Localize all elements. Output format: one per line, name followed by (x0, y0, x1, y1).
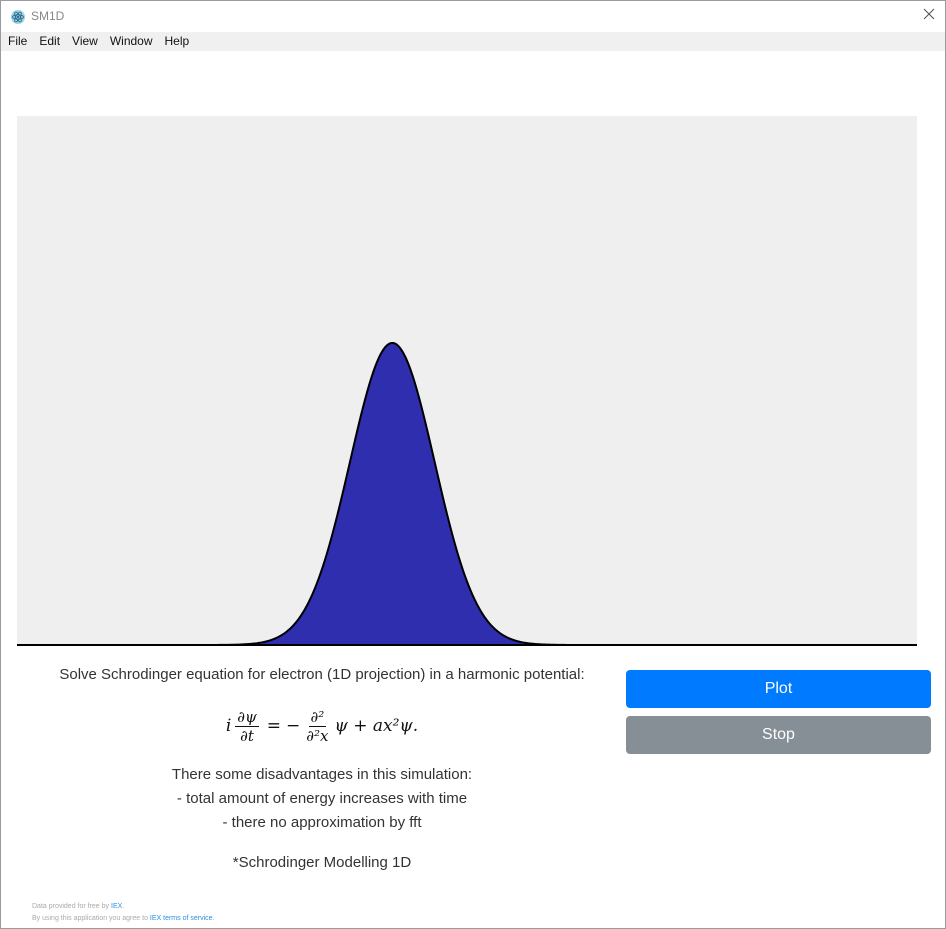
description-panel: Solve Schrodinger equation for electron … (19, 665, 625, 875)
description-line: - total amount of energy increases with … (176, 790, 468, 807)
equation-minus: − (286, 716, 301, 736)
data-attribution: Data provided for free by IEX. By using … (32, 901, 215, 925)
equation-rhs-tail: ψ + ax²ψ. (334, 716, 419, 736)
window-title: SM1D (31, 9, 65, 23)
title-bar[interactable]: SM1D (1, 1, 945, 32)
app-window: SM1D File Edit View Window Help Solve Sc… (0, 0, 946, 929)
menu-edit[interactable]: Edit (33, 32, 66, 51)
close-icon (923, 7, 935, 25)
equation-rhs-denominator: ∂²x (306, 726, 329, 745)
iex-link[interactable]: IEX (111, 903, 122, 910)
equation-lhs-fraction: ∂ψ ∂t (234, 708, 260, 745)
footnote: *Schrodinger Modelling 1D (232, 854, 412, 871)
wavefunction-density-curve (17, 341, 917, 646)
attribution-line-1: Data provided for free by IEX. (32, 901, 215, 913)
close-button[interactable] (913, 1, 945, 31)
iex-terms-link[interactable]: IEX terms of service (150, 915, 213, 922)
attribution-line-2: By using this application you agree to I… (32, 913, 215, 925)
attribution-text: . (212, 915, 215, 922)
equation-lhs-prefix: i (225, 716, 232, 736)
equation-rhs-fraction: ∂² ∂²x (303, 708, 331, 745)
stop-button[interactable]: Stop (626, 716, 931, 754)
schrodinger-equation: i ∂ψ ∂t = − ∂² ∂²x ψ + ax²ψ. (19, 703, 625, 749)
equation-lhs-denominator: ∂t (240, 726, 254, 745)
description-intro: Solve Schrodinger equation for electron … (59, 666, 585, 683)
menu-file[interactable]: File (1, 32, 33, 51)
disadvantages-list: There some disadvantages in this simulat… (19, 763, 625, 875)
menu-view[interactable]: View (66, 32, 104, 51)
equation-rhs-numerator: ∂² (308, 707, 327, 727)
equation-equals: = (266, 716, 282, 736)
menu-window[interactable]: Window (104, 32, 159, 51)
menu-bar: File Edit View Window Help (1, 32, 945, 51)
plot-button[interactable]: Plot (626, 670, 931, 708)
wave-plot (17, 116, 917, 646)
menu-help[interactable]: Help (159, 32, 196, 51)
equation-lhs-numerator: ∂ψ (235, 707, 259, 727)
wave-plot-canvas (17, 341, 917, 646)
description-line: - there no approximation by fft (222, 814, 422, 831)
atom-icon (10, 9, 26, 25)
attribution-text: Data provided for free by (32, 903, 111, 910)
attribution-text: . (122, 903, 125, 910)
attribution-text: By using this application you agree to (32, 915, 150, 922)
description-line: There some disadvantages in this simulat… (171, 766, 473, 783)
